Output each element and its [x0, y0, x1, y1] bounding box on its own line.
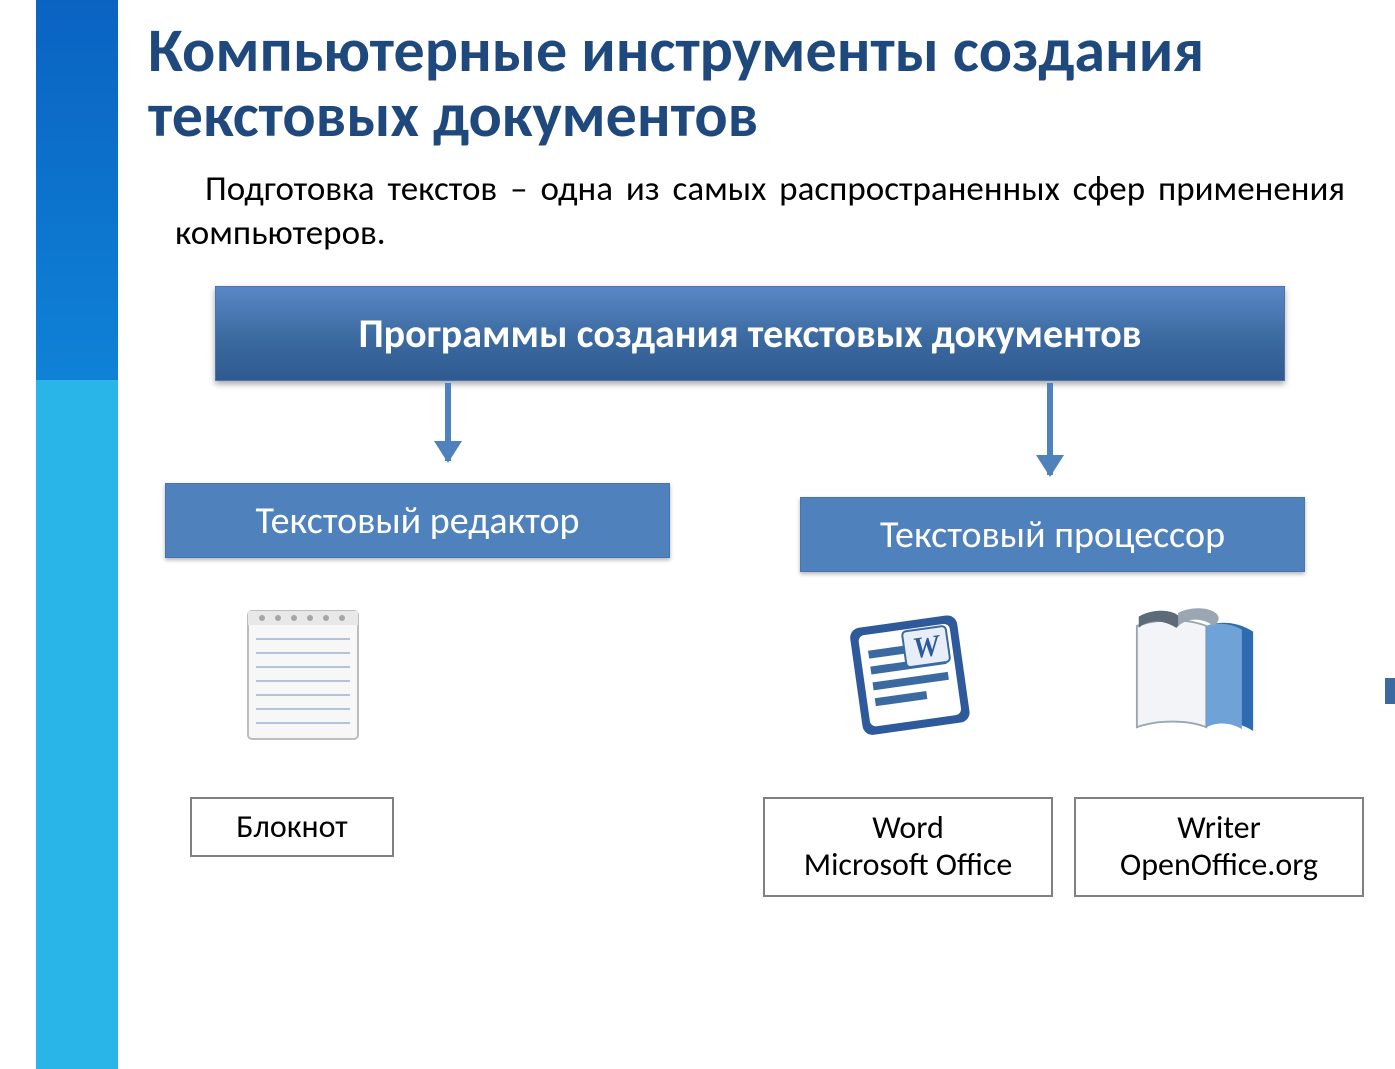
diagram-branch-text-processor: Текстовый процессор [800, 497, 1305, 572]
caption-notepad: Блокнот [190, 797, 394, 857]
caption-line: Writer [1177, 810, 1260, 847]
arrow-down-icon [445, 383, 451, 461]
caption-writer: Writer OpenOffice.org [1074, 797, 1364, 897]
caption-word: Word Microsoft Office [763, 797, 1053, 897]
edge-mark [1385, 678, 1395, 704]
caption-line: Microsoft Office [804, 847, 1013, 884]
arrow-down-icon [1047, 383, 1053, 475]
sidebar-accent-top [36, 0, 118, 380]
caption-line: Word [872, 810, 944, 847]
sidebar-accent-bottom [36, 380, 118, 1069]
word-icon: W [838, 595, 988, 745]
diagram-root-box: Программы создания текстовых документов [215, 286, 1285, 381]
openoffice-writer-icon [1120, 595, 1270, 745]
slide-title: Компьютерные инструменты создания тексто… [148, 18, 1348, 148]
slide-subtitle: Подготовка текстов – одна из самых распр… [175, 168, 1345, 256]
notepad-icon [228, 597, 378, 747]
diagram-branch-text-editor: Текстовый редактор [165, 483, 670, 558]
caption-line: OpenOffice.org [1120, 847, 1318, 884]
